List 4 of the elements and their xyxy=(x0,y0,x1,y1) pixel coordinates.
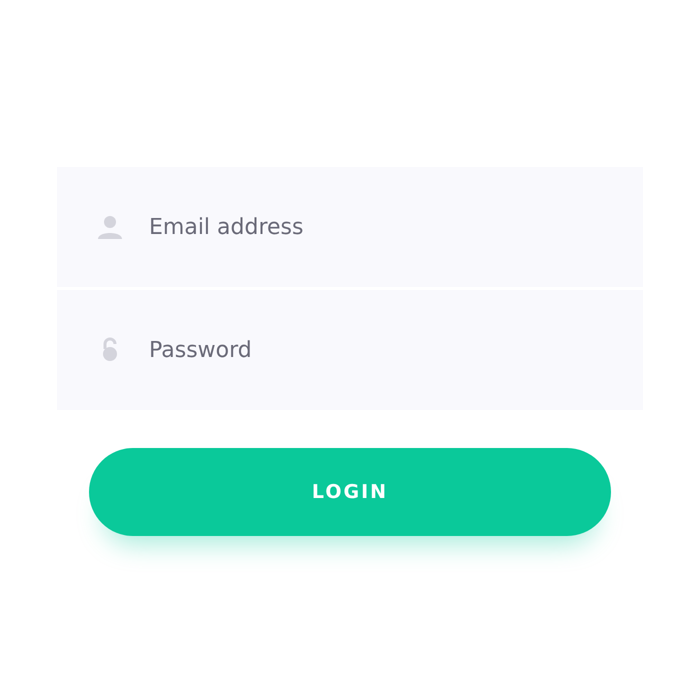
password-field[interactable]: Password xyxy=(57,290,643,410)
login-button[interactable]: LOGIN xyxy=(89,448,611,536)
email-field[interactable]: Email address xyxy=(57,167,643,287)
user-icon xyxy=(97,214,123,240)
